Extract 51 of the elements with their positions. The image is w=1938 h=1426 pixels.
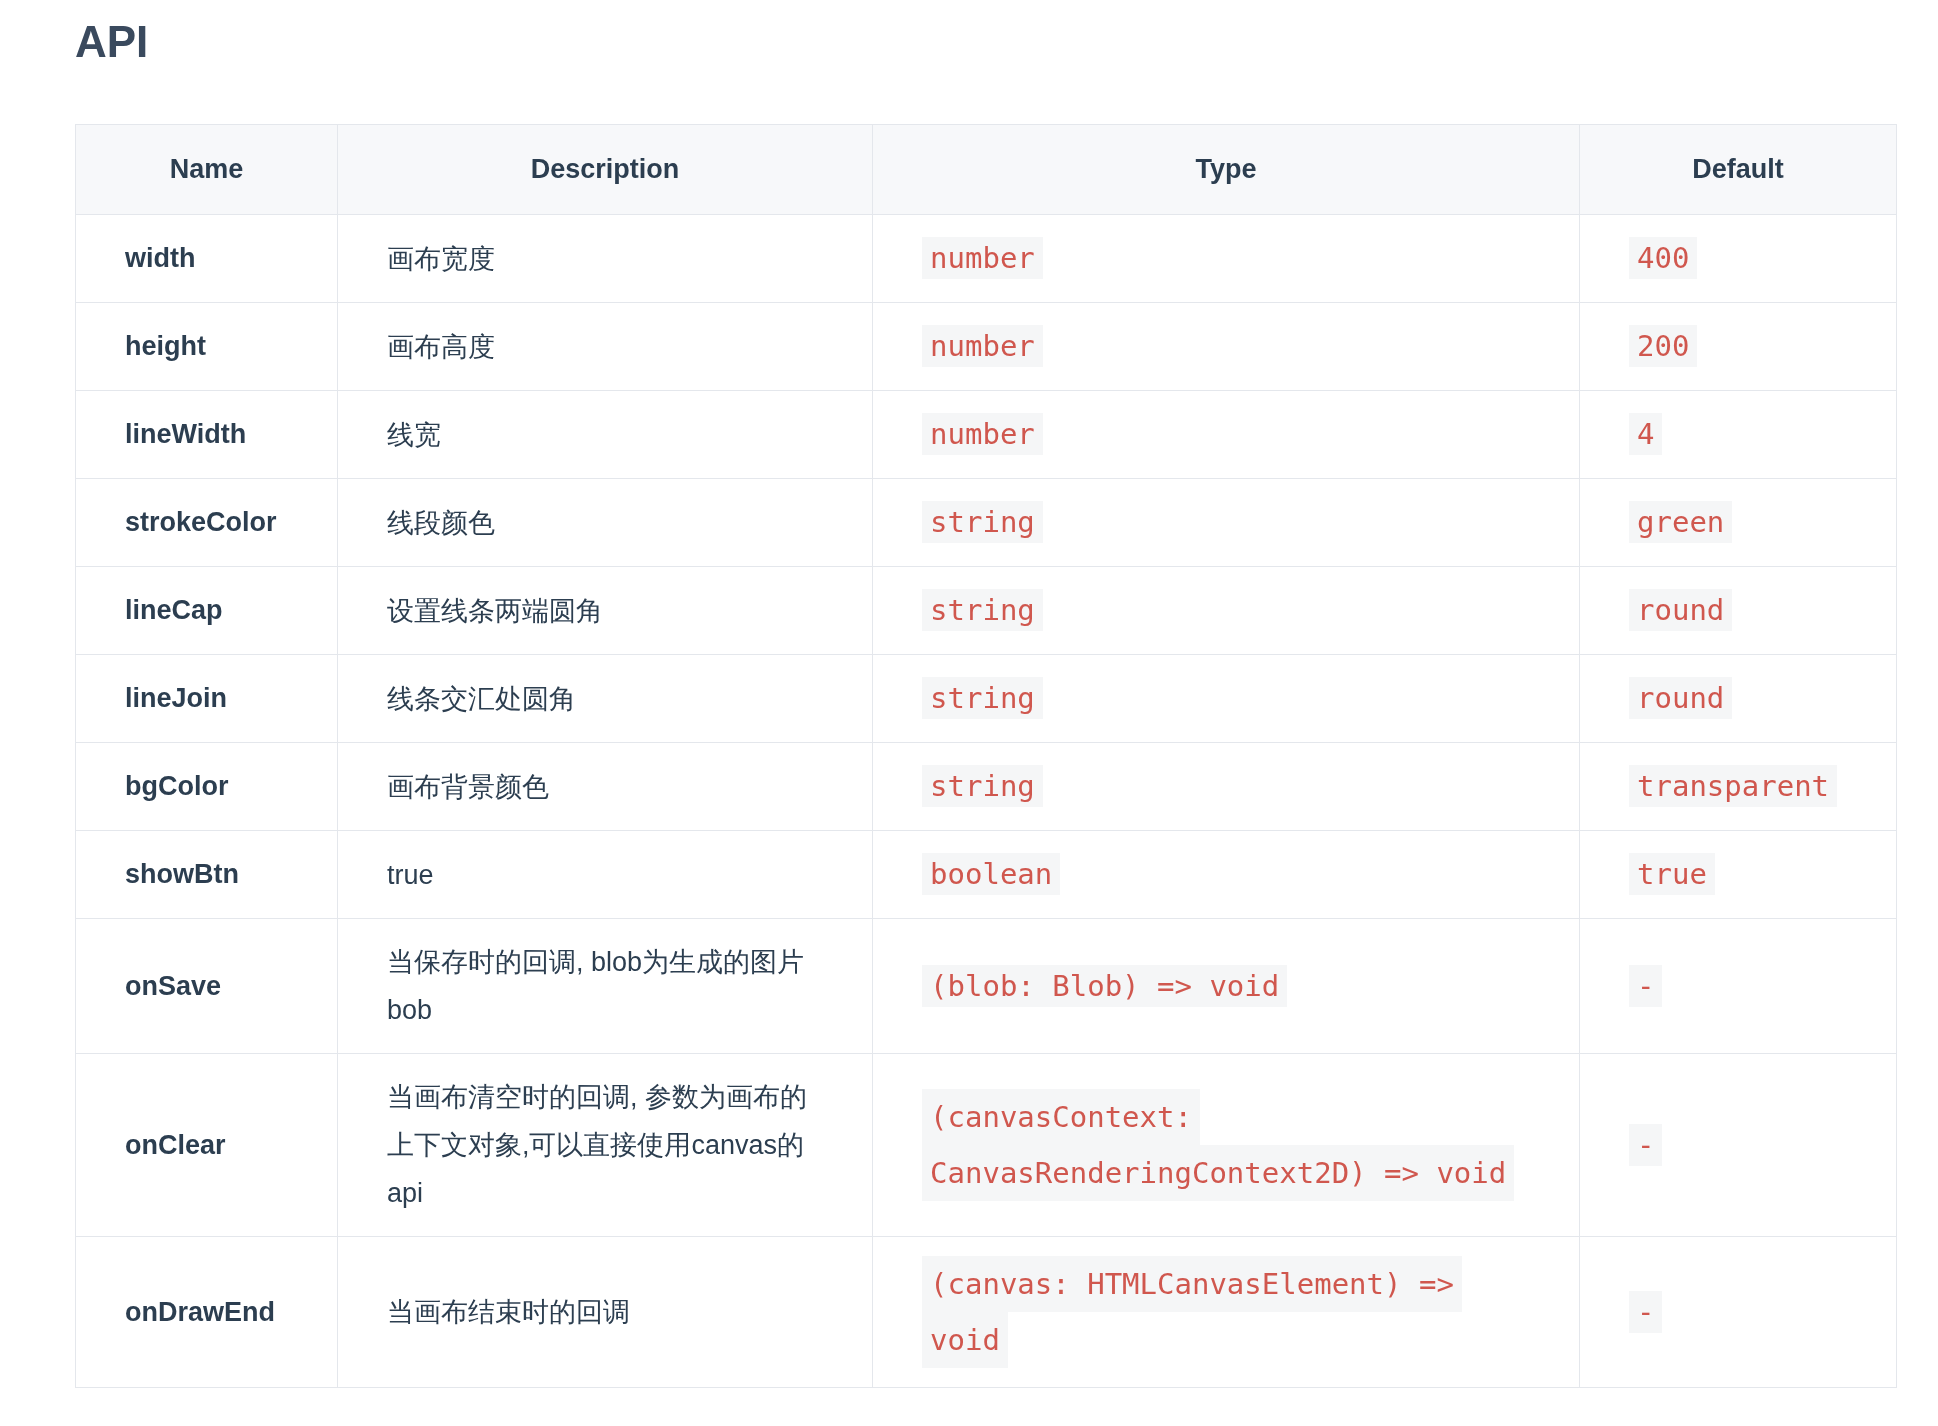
prop-name: height: [125, 331, 206, 362]
type-code: (canvas: HTMLCanvasElement) =>: [922, 1256, 1462, 1312]
type-code: void: [922, 1312, 1008, 1368]
type-code: number: [922, 413, 1043, 455]
column-header: Description: [530, 154, 680, 185]
default-code: 200: [1629, 325, 1698, 367]
prop-name: width: [125, 243, 196, 274]
type-code: string: [922, 501, 1043, 543]
page-title: API: [75, 16, 150, 68]
default-code: -: [1629, 1290, 1663, 1333]
prop-description: 当画布清空时的回调, 参数为画布的上下文对象,可以直接使用canvas的api: [386, 1082, 807, 1208]
prop-name: onSave: [125, 970, 222, 1001]
type-code: CanvasRenderingContext2D) => void: [922, 1145, 1515, 1201]
prop-name: onClear: [125, 1129, 226, 1160]
type-code: (canvasContext:: [922, 1089, 1200, 1145]
default-code: green: [1629, 501, 1733, 543]
column-header: Name: [169, 154, 244, 185]
default-code: round: [1629, 677, 1733, 719]
prop-name: lineWidth: [125, 419, 247, 450]
type-code: string: [922, 765, 1043, 807]
type-code: boolean: [922, 853, 1061, 895]
prop-name: showBtn: [125, 859, 239, 890]
default-code: transparent: [1629, 765, 1838, 807]
type-code: number: [922, 237, 1043, 279]
prop-description: 设置线条两端圆角: [386, 595, 603, 626]
prop-description: 线宽: [386, 419, 441, 450]
prop-description: true: [386, 859, 434, 890]
prop-description: 线段颜色: [386, 507, 495, 538]
default-code: 4: [1629, 413, 1663, 455]
type-code: string: [922, 589, 1043, 631]
column-header: Default: [1692, 154, 1784, 185]
prop-description: 当保存时的回调, blob为生成的图片bob: [386, 947, 805, 1025]
prop-name: onDrawEnd: [125, 1296, 275, 1327]
type-code: string: [922, 677, 1043, 719]
prop-description: 线条交汇处圆角: [386, 683, 576, 714]
prop-description: 画布高度: [386, 331, 495, 362]
type-code: (blob: Blob) => void: [922, 964, 1288, 1007]
prop-name: bgColor: [125, 771, 229, 802]
prop-name: lineCap: [125, 595, 223, 626]
default-code: -: [1629, 1123, 1663, 1166]
default-code: -: [1629, 964, 1663, 1007]
default-code: true: [1629, 853, 1715, 895]
type-code: number: [922, 325, 1043, 367]
prop-name: strokeColor: [125, 507, 277, 538]
prop-name: lineJoin: [125, 683, 227, 714]
prop-description: 当画布结束时的回调: [386, 1297, 630, 1327]
column-header: Type: [1195, 154, 1257, 185]
default-code: 400: [1629, 237, 1698, 279]
prop-description: 画布背景颜色: [386, 771, 549, 802]
prop-description: 画布宽度: [386, 243, 495, 274]
default-code: round: [1629, 589, 1733, 631]
